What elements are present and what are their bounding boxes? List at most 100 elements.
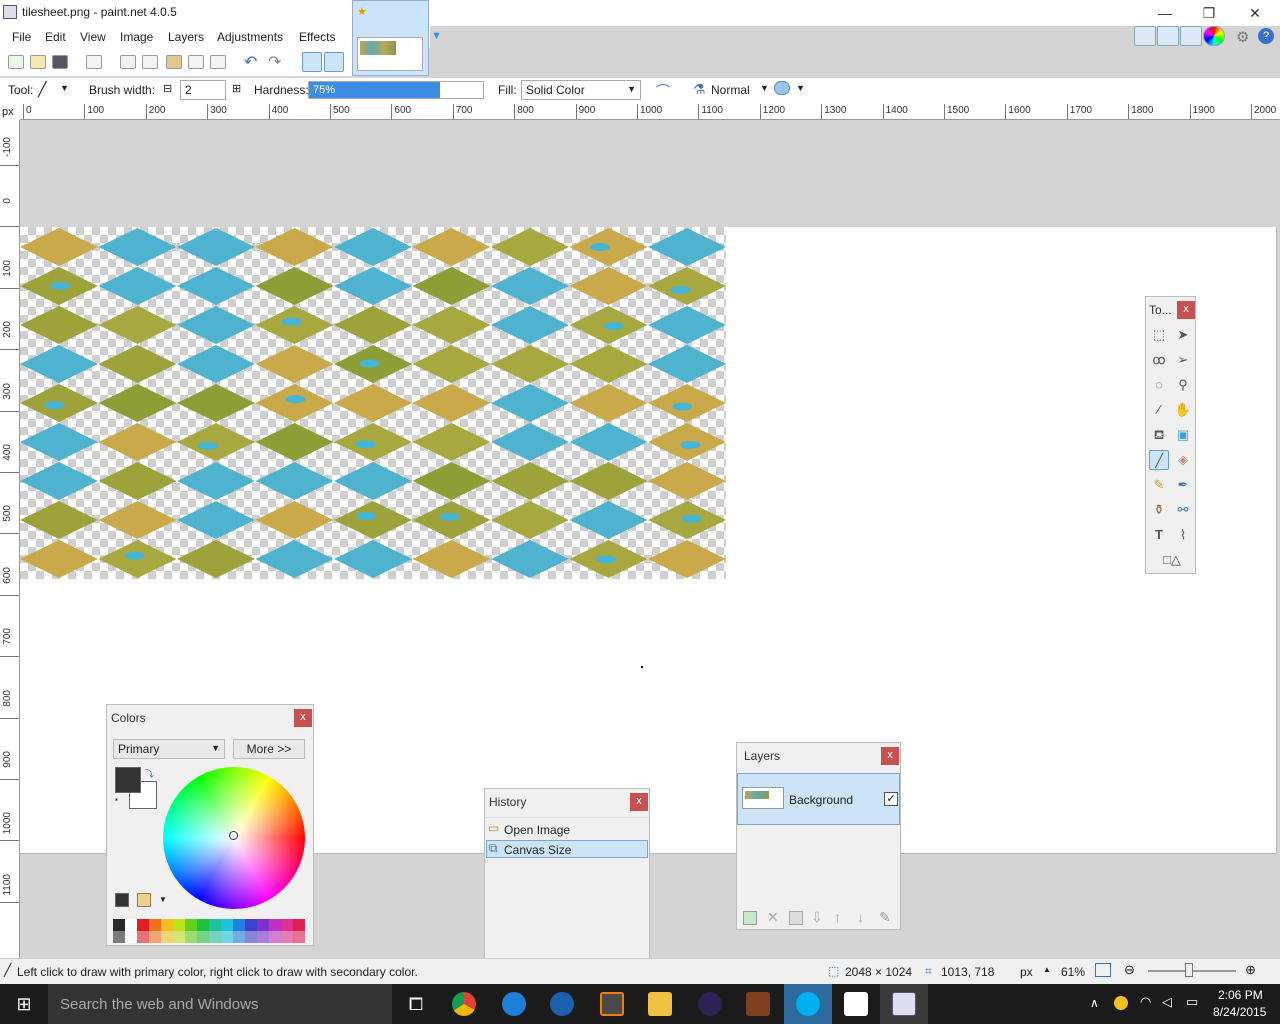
history-panel-close-button[interactable]: x bbox=[630, 793, 648, 811]
palette-swatch[interactable] bbox=[161, 931, 173, 943]
game-app-icon[interactable] bbox=[734, 984, 782, 1024]
zoom-level[interactable]: 61% bbox=[1061, 965, 1085, 979]
menu-image[interactable]: Image bbox=[120, 30, 153, 44]
brush-width-increase-icon[interactable]: ⊞ bbox=[232, 82, 241, 95]
minimize-button[interactable]: — bbox=[1142, 0, 1188, 26]
layer-properties-icon[interactable]: ✎ bbox=[879, 909, 891, 926]
ellipse-select-icon[interactable]: ◌ bbox=[1149, 375, 1169, 395]
add-to-palette-icon[interactable] bbox=[115, 893, 129, 907]
palette-swatch[interactable] bbox=[221, 919, 233, 931]
palette-swatch[interactable] bbox=[137, 919, 149, 931]
tool-dropdown-icon[interactable]: ▼ bbox=[60, 83, 69, 93]
palette-swatch[interactable] bbox=[293, 931, 305, 943]
palette-menu-icon[interactable] bbox=[137, 893, 151, 907]
palette-swatch[interactable] bbox=[197, 919, 209, 931]
line-curve-icon[interactable]: ⌇ bbox=[1173, 525, 1193, 545]
volume-icon[interactable]: ◁ bbox=[1162, 994, 1172, 1010]
palette-swatch[interactable] bbox=[137, 931, 149, 943]
zoom-out-icon[interactable]: ⊖ bbox=[1124, 962, 1135, 978]
task-view-icon[interactable]: ⧠ bbox=[392, 984, 440, 1024]
palette-swatch[interactable] bbox=[197, 931, 209, 943]
layers-panel-close-button[interactable]: x bbox=[881, 747, 899, 765]
palette-swatch[interactable] bbox=[113, 919, 125, 931]
color-wheel[interactable] bbox=[163, 767, 305, 909]
selection-mode-icon[interactable] bbox=[774, 81, 790, 95]
menu-layers[interactable]: Layers bbox=[168, 30, 204, 44]
redo-icon[interactable]: ↷ bbox=[268, 52, 281, 72]
magic-wand-icon[interactable]: ⁄ bbox=[1149, 400, 1169, 420]
clock-date[interactable]: 8/24/2015 bbox=[1213, 1005, 1266, 1019]
palette-swatch[interactable] bbox=[209, 919, 221, 931]
start-button[interactable]: ⊞ bbox=[0, 984, 48, 1024]
layer-visibility-checkbox[interactable]: ✓ bbox=[884, 792, 898, 806]
reset-colors-icon[interactable]: ▪ bbox=[115, 795, 118, 804]
colors-window-toggle-icon[interactable] bbox=[1203, 26, 1225, 46]
paintbrush-icon[interactable]: ╱ bbox=[1149, 450, 1169, 470]
color-palette[interactable] bbox=[113, 919, 305, 943]
history-item[interactable]: ▭ Open Image bbox=[486, 820, 648, 838]
menu-effects[interactable]: Effects bbox=[299, 30, 335, 44]
menu-edit[interactable]: Edit bbox=[45, 30, 66, 44]
rulers-toggle-icon[interactable] bbox=[324, 52, 344, 72]
tools-panel-close-button[interactable]: x bbox=[1177, 301, 1195, 319]
photos-icon[interactable] bbox=[832, 984, 880, 1024]
units-select[interactable]: px bbox=[1020, 965, 1033, 979]
paintnet-taskbar-icon[interactable] bbox=[880, 984, 928, 1024]
clone-stamp-icon[interactable]: ⚱ bbox=[1149, 500, 1169, 520]
zoom-slider-thumb[interactable] bbox=[1184, 963, 1193, 977]
chrome-icon[interactable] bbox=[440, 984, 488, 1024]
palette-swatch[interactable] bbox=[233, 931, 245, 943]
brush-width-decrease-icon[interactable]: ⊟ bbox=[163, 82, 172, 95]
swap-colors-icon[interactable]: ⤵ bbox=[145, 767, 154, 780]
units-dropdown-icon[interactable]: ▲ bbox=[1043, 965, 1051, 974]
fill-select[interactable]: Solid Color ▼ bbox=[521, 80, 641, 100]
primary-color-swatch[interactable] bbox=[115, 767, 141, 793]
palette-swatch[interactable] bbox=[185, 931, 197, 943]
palette-swatch[interactable] bbox=[209, 931, 221, 943]
rectangle-select-icon[interactable]: ⬚ bbox=[1149, 325, 1169, 345]
layer-row[interactable]: Background ✓ bbox=[737, 773, 900, 825]
skype-icon[interactable] bbox=[784, 984, 832, 1024]
palette-swatch[interactable] bbox=[125, 919, 137, 931]
recolor-icon[interactable]: ⚯ bbox=[1173, 500, 1193, 520]
antialiasing-icon[interactable]: ⌒ bbox=[656, 81, 670, 101]
tools-window-toggle-icon[interactable] bbox=[1134, 26, 1156, 46]
history-window-toggle-icon[interactable] bbox=[1157, 26, 1179, 46]
zoom-icon[interactable]: ⚲ bbox=[1173, 375, 1193, 395]
blend-mode-value[interactable]: Normal bbox=[711, 83, 750, 97]
zoom-in-icon[interactable]: ⊕ bbox=[1245, 962, 1256, 978]
gradient-icon[interactable]: ▣ bbox=[1173, 425, 1193, 445]
notification-app-icon[interactable] bbox=[1114, 996, 1128, 1010]
hardness-slider[interactable]: 75% bbox=[308, 81, 484, 99]
show-hidden-icons[interactable]: ∧ bbox=[1090, 996, 1099, 1010]
palette-swatch[interactable] bbox=[113, 931, 125, 943]
palette-swatch[interactable] bbox=[125, 931, 137, 943]
clock-time[interactable]: 2:06 PM bbox=[1218, 988, 1263, 1002]
palette-swatch[interactable] bbox=[149, 931, 161, 943]
palette-swatch[interactable] bbox=[281, 931, 293, 943]
zoom-to-window-icon[interactable] bbox=[1095, 963, 1111, 977]
copy-icon[interactable] bbox=[142, 55, 158, 69]
palette-swatch[interactable] bbox=[185, 919, 197, 931]
firefox-icon[interactable] bbox=[538, 984, 586, 1024]
action-center-icon[interactable]: ▭ bbox=[1186, 994, 1198, 1010]
eclipse-icon[interactable] bbox=[686, 984, 734, 1024]
palette-swatch[interactable] bbox=[257, 931, 269, 943]
pencil-icon[interactable]: ✎ bbox=[1149, 475, 1169, 495]
palette-swatch[interactable] bbox=[269, 931, 281, 943]
blend-mode-icon[interactable]: ⚗ bbox=[693, 81, 706, 98]
text-icon[interactable]: T bbox=[1149, 525, 1169, 545]
undo-icon[interactable]: ↶ bbox=[244, 52, 257, 72]
edge-icon[interactable] bbox=[490, 984, 538, 1024]
image-list-dropdown-icon[interactable]: ▼ bbox=[431, 30, 442, 42]
paintbrush-tool-icon[interactable]: ╱ bbox=[38, 81, 46, 98]
brush-width-input[interactable]: 2 bbox=[180, 80, 226, 100]
palette-swatch[interactable] bbox=[245, 919, 257, 931]
close-button[interactable]: ✕ bbox=[1232, 0, 1278, 26]
open-icon[interactable] bbox=[30, 55, 46, 69]
palette-swatch[interactable] bbox=[149, 919, 161, 931]
palette-dropdown-icon[interactable]: ▼ bbox=[159, 895, 167, 904]
restore-button[interactable]: ❐ bbox=[1186, 0, 1232, 26]
wifi-icon[interactable]: ◠ bbox=[1140, 994, 1151, 1010]
color-mode-select[interactable]: Primary ▼ bbox=[113, 739, 225, 759]
